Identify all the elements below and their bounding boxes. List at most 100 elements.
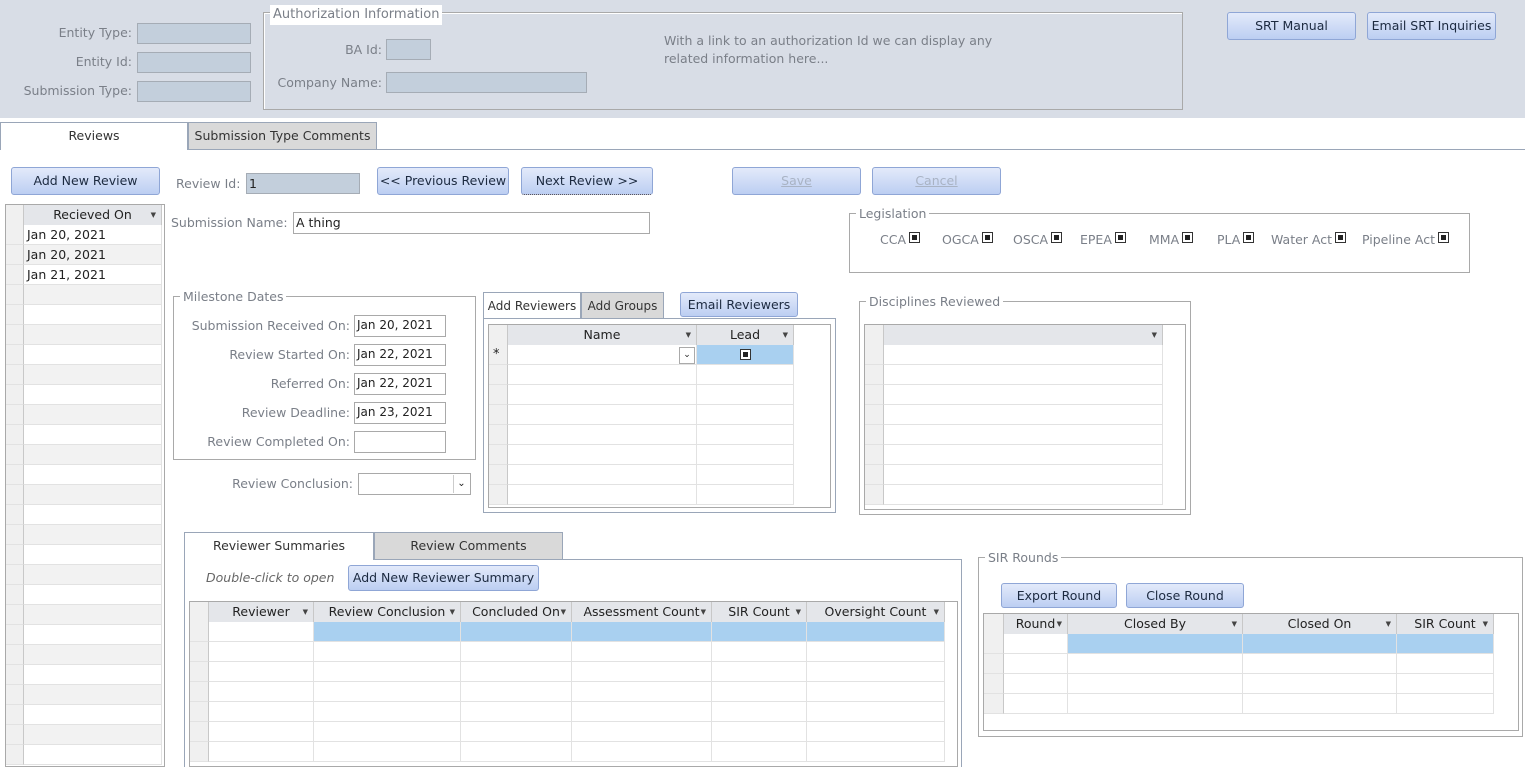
grid-cell[interactable]: [461, 742, 572, 762]
row-selector[interactable]: [6, 745, 24, 765]
legislation-checkbox[interactable]: [981, 232, 993, 243]
grid-cell[interactable]: [884, 445, 1163, 465]
row-selector[interactable]: [6, 505, 24, 525]
dropdown-arrow-icon[interactable]: ▼: [1386, 614, 1391, 634]
row-selector[interactable]: [6, 445, 24, 465]
save-button[interactable]: Save: [732, 167, 861, 195]
row-selector[interactable]: [865, 405, 884, 425]
grid-cell[interactable]: [461, 702, 572, 722]
column-header[interactable]: Assessment Count ▼: [572, 602, 712, 622]
row-selector[interactable]: [6, 685, 24, 705]
grid-cell[interactable]: [508, 405, 697, 425]
grid-cell[interactable]: [209, 662, 314, 682]
grid-cell[interactable]: [572, 662, 712, 682]
milestone-date-field[interactable]: Jan 22, 2021: [354, 373, 446, 395]
grid-cell[interactable]: [209, 742, 314, 762]
column-header[interactable]: Closed By ▼: [1068, 614, 1243, 634]
grid-cell[interactable]: [508, 365, 697, 385]
tab-reviewer-summaries[interactable]: Reviewer Summaries: [184, 532, 374, 560]
grid-cell[interactable]: [712, 722, 807, 742]
grid-cell[interactable]: [807, 642, 945, 662]
row-selector[interactable]: [6, 465, 24, 485]
grid-cell[interactable]: [1068, 694, 1243, 714]
grid-cell[interactable]: [24, 465, 162, 485]
grid-cell[interactable]: [572, 682, 712, 702]
grid-cell[interactable]: [1004, 634, 1068, 654]
milestone-date-field[interactable]: Jan 22, 2021: [354, 344, 446, 366]
submission-name-field[interactable]: A thing: [293, 212, 650, 234]
column-header[interactable]: SIR Count ▼: [712, 602, 807, 622]
grid-cell[interactable]: [1004, 654, 1068, 674]
grid-cell[interactable]: [1243, 674, 1397, 694]
dropdown-arrow-icon[interactable]: ▼: [151, 205, 156, 225]
row-selector[interactable]: [865, 345, 884, 365]
sir-rounds-grid[interactable]: Round ▼ Closed By ▼ Closed On ▼ SIR Count ▼: [983, 613, 1519, 731]
tab-add-reviewers[interactable]: Add Reviewers: [483, 292, 581, 319]
row-selector[interactable]: [865, 425, 884, 445]
column-header[interactable]: Concluded On ▼: [461, 602, 572, 622]
dropdown-arrow-icon[interactable]: ▼: [686, 325, 691, 345]
grid-cell[interactable]: [314, 622, 461, 642]
disciplines-grid[interactable]: ▼: [864, 324, 1186, 510]
grid-cell[interactable]: [1004, 674, 1068, 694]
grid-cell[interactable]: [24, 305, 162, 325]
grid-cell[interactable]: [314, 742, 461, 762]
column-header[interactable]: Reviewer ▼: [209, 602, 314, 622]
lead-checkbox[interactable]: [740, 349, 751, 360]
grid-cell[interactable]: [1397, 694, 1494, 714]
grid-cell[interactable]: [24, 485, 162, 505]
column-header[interactable]: Closed On ▼: [1243, 614, 1397, 634]
add-new-review-button[interactable]: Add New Review: [11, 167, 160, 195]
column-header[interactable]: Recieved On ▼: [24, 205, 162, 225]
grid-cell[interactable]: [884, 485, 1163, 505]
row-selector[interactable]: [865, 365, 884, 385]
grid-cell[interactable]: Jan 20, 2021: [24, 245, 162, 265]
grid-cell[interactable]: [884, 345, 1163, 365]
grid-cell[interactable]: [24, 525, 162, 545]
grid-cell[interactable]: [1243, 654, 1397, 674]
grid-cell[interactable]: [1397, 654, 1494, 674]
export-round-button[interactable]: Export Round: [1001, 583, 1117, 608]
grid-cell[interactable]: [209, 622, 314, 642]
row-selector[interactable]: [865, 385, 884, 405]
grid-cell[interactable]: [461, 642, 572, 662]
grid-cell[interactable]: [807, 722, 945, 742]
column-header[interactable]: SIR Count ▼: [1397, 614, 1494, 634]
row-selector[interactable]: [6, 425, 24, 445]
row-selector[interactable]: [6, 225, 24, 245]
dropdown-arrow-icon[interactable]: ▼: [450, 602, 455, 622]
grid-cell[interactable]: [1397, 634, 1494, 654]
select-all-corner[interactable]: [865, 325, 884, 345]
row-selector[interactable]: [6, 325, 24, 345]
dropdown-arrow-icon[interactable]: ▼: [796, 602, 801, 622]
select-all-corner[interactable]: [190, 602, 209, 622]
grid-cell[interactable]: [24, 705, 162, 725]
grid-cell[interactable]: [508, 485, 697, 505]
grid-cell[interactable]: [807, 662, 945, 682]
grid-cell[interactable]: [24, 445, 162, 465]
grid-cell[interactable]: [24, 285, 162, 305]
grid-cell[interactable]: [24, 505, 162, 525]
grid-cell[interactable]: [24, 585, 162, 605]
grid-cell[interactable]: [712, 742, 807, 762]
email-srt-inquiries-button[interactable]: Email SRT Inquiries: [1367, 12, 1496, 40]
company-name-field[interactable]: [386, 72, 587, 93]
entity-type-field[interactable]: [137, 23, 251, 44]
row-selector[interactable]: [489, 485, 508, 505]
row-selector[interactable]: [190, 722, 209, 742]
row-selector[interactable]: [190, 642, 209, 662]
grid-cell[interactable]: [24, 405, 162, 425]
dropdown-arrow-icon[interactable]: ▼: [1232, 614, 1237, 634]
select-all-corner[interactable]: [984, 614, 1004, 634]
row-selector[interactable]: [6, 405, 24, 425]
grid-cell[interactable]: [697, 425, 794, 445]
grid-cell[interactable]: [697, 365, 794, 385]
grid-cell[interactable]: [697, 405, 794, 425]
row-selector[interactable]: [6, 725, 24, 745]
grid-cell[interactable]: [24, 385, 162, 405]
grid-cell[interactable]: [1243, 634, 1397, 654]
cancel-button[interactable]: Cancel: [872, 167, 1001, 195]
grid-cell[interactable]: [697, 445, 794, 465]
select-all-corner[interactable]: [489, 325, 508, 345]
grid-cell[interactable]: [508, 445, 697, 465]
